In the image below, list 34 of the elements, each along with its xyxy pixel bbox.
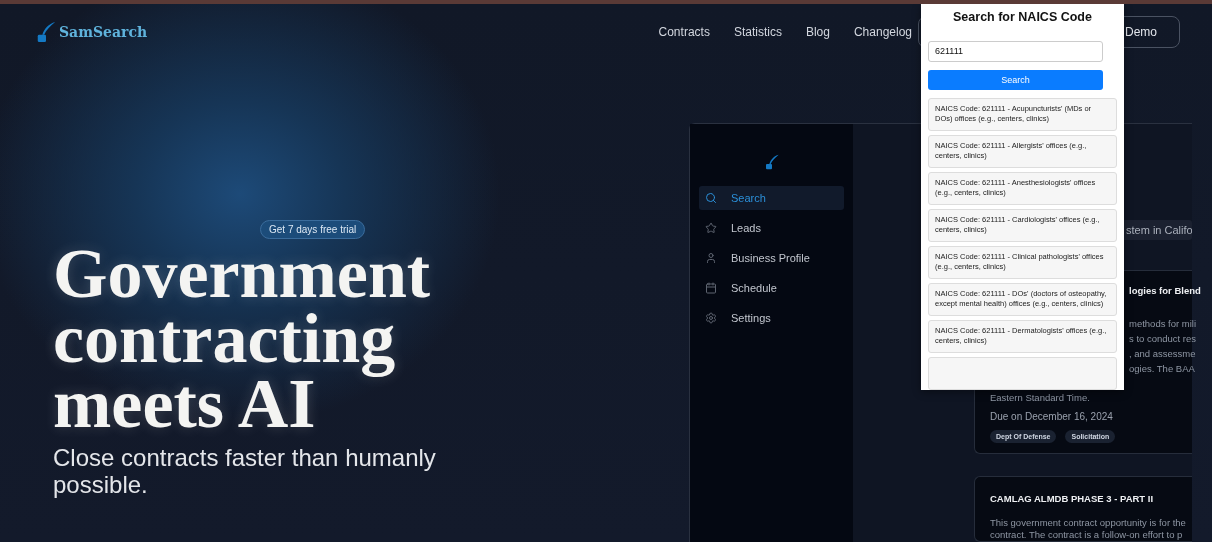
card-text: , and assessme: [1129, 347, 1196, 361]
result-item[interactable]: [928, 357, 1117, 390]
card-text: ogies. The BAA: [1129, 362, 1195, 376]
card-title: logies for Blend: [1129, 285, 1201, 296]
card-text: s to conduct res: [1129, 332, 1197, 346]
calendar-icon: [705, 282, 717, 294]
due-date: Due on December 16, 2024: [990, 411, 1114, 422]
nav-link[interactable]: Contracts: [658, 25, 710, 39]
card-title: CAMLAG ALMDB PHASE 3 - PART II: [990, 493, 1154, 504]
search-button[interactable]: Search: [928, 69, 1103, 90]
card-text: Eastern Standard Time.: [990, 391, 1090, 405]
card-text: This government contract opportunity is for the: [990, 517, 1186, 529]
logo-icon: [35, 21, 57, 43]
card-text: methods for mili: [1129, 317, 1197, 331]
card-text: contract. The contract is a follow-on effort to p: [990, 529, 1183, 541]
settings-icon: [705, 312, 717, 324]
logo-text[interactable]: SamSearch: [59, 24, 148, 40]
nav-link[interactable]: Blog: [805, 25, 830, 39]
nav-link[interactable]: Changelog: [853, 25, 912, 39]
subtitle: Close contracts faster than humanly possible.: [53, 444, 437, 498]
nav-link[interactable]: Statistics: [733, 25, 782, 39]
star-icon: [705, 222, 717, 234]
headline: Government contracting meets AI: [53, 241, 432, 436]
sidebar-item[interactable]: Business Profile: [699, 246, 844, 270]
user-icon: [705, 252, 717, 264]
sidebar-item[interactable]: Settings: [699, 306, 844, 330]
logo-icon: [763, 154, 780, 170]
search-icon: [705, 192, 717, 204]
sidebar-item[interactable]: Schedule: [699, 276, 844, 300]
popup-title: Search for NAICS Code: [952, 10, 1093, 24]
sidebar-item[interactable]: Search: [699, 186, 844, 210]
trial-badge[interactable]: Get 7 days free trial: [260, 220, 366, 239]
naics-input[interactable]: 621111: [928, 41, 1103, 62]
sidebar-item[interactable]: Leads: [699, 216, 844, 240]
